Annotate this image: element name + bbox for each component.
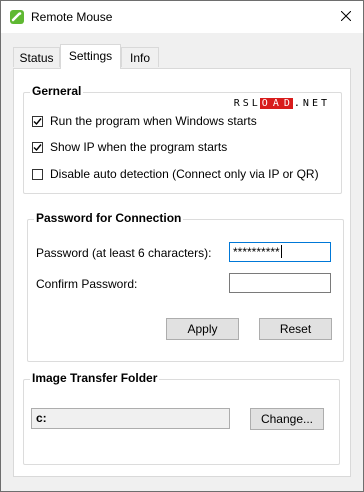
image-folder-path-field: c: <box>31 408 230 429</box>
password-label: Password (at least 6 characters): <box>36 246 212 260</box>
run-at-startup-label: Run the program when Windows starts <box>50 114 257 128</box>
tab-bar: Status Settings Info <box>1 33 363 69</box>
password-group-title: Password for Connection <box>34 211 184 225</box>
disable-auto-detection-option[interactable]: Disable auto detection (Connect only via… <box>32 166 319 182</box>
password-field[interactable]: ********** <box>229 242 331 262</box>
confirm-password-label: Confirm Password: <box>36 277 138 291</box>
password-group: Password for Connection Password (at lea… <box>27 211 344 362</box>
watermark-logo: R S L O A D . N E T <box>233 98 328 109</box>
show-ip-checkbox[interactable] <box>32 141 43 153</box>
general-group-title: Gerneral <box>30 84 84 98</box>
run-at-startup-checkbox[interactable] <box>32 115 43 127</box>
image-transfer-folder-title: Image Transfer Folder <box>30 371 160 385</box>
tab-settings[interactable]: Settings <box>60 44 121 69</box>
tab-info[interactable]: Info <box>121 47 159 67</box>
general-group: Gerneral R S L O A D . N E T Run the pro… <box>23 84 342 194</box>
run-at-startup-option[interactable]: Run the program when Windows starts <box>32 113 257 129</box>
checkmark-icon <box>33 143 42 151</box>
disable-auto-detection-label: Disable auto detection (Connect only via… <box>50 167 319 181</box>
close-icon <box>340 10 352 24</box>
remote-mouse-app-icon <box>9 9 25 25</box>
image-transfer-folder-group: Image Transfer Folder c: Change... <box>23 371 340 465</box>
tab-status[interactable]: Status <box>13 47 60 67</box>
password-value: ********** <box>233 245 280 259</box>
window-title: Remote Mouse <box>31 10 113 24</box>
confirm-password-field[interactable] <box>229 273 331 293</box>
settings-panel: Gerneral R S L O A D . N E T Run the pro… <box>13 68 351 477</box>
reset-button[interactable]: Reset <box>259 318 332 340</box>
title-bar: Remote Mouse <box>1 1 363 33</box>
close-button[interactable] <box>329 1 363 33</box>
change-folder-button[interactable]: Change... <box>250 408 324 430</box>
text-caret <box>280 245 282 258</box>
checkmark-icon <box>33 117 42 125</box>
show-ip-option[interactable]: Show IP when the program starts <box>32 139 227 155</box>
apply-button[interactable]: Apply <box>166 318 239 340</box>
show-ip-label: Show IP when the program starts <box>50 140 228 154</box>
remote-mouse-window: Remote Mouse Status Settings Info Gerner… <box>0 0 364 492</box>
disable-auto-detection-checkbox[interactable] <box>32 168 43 180</box>
